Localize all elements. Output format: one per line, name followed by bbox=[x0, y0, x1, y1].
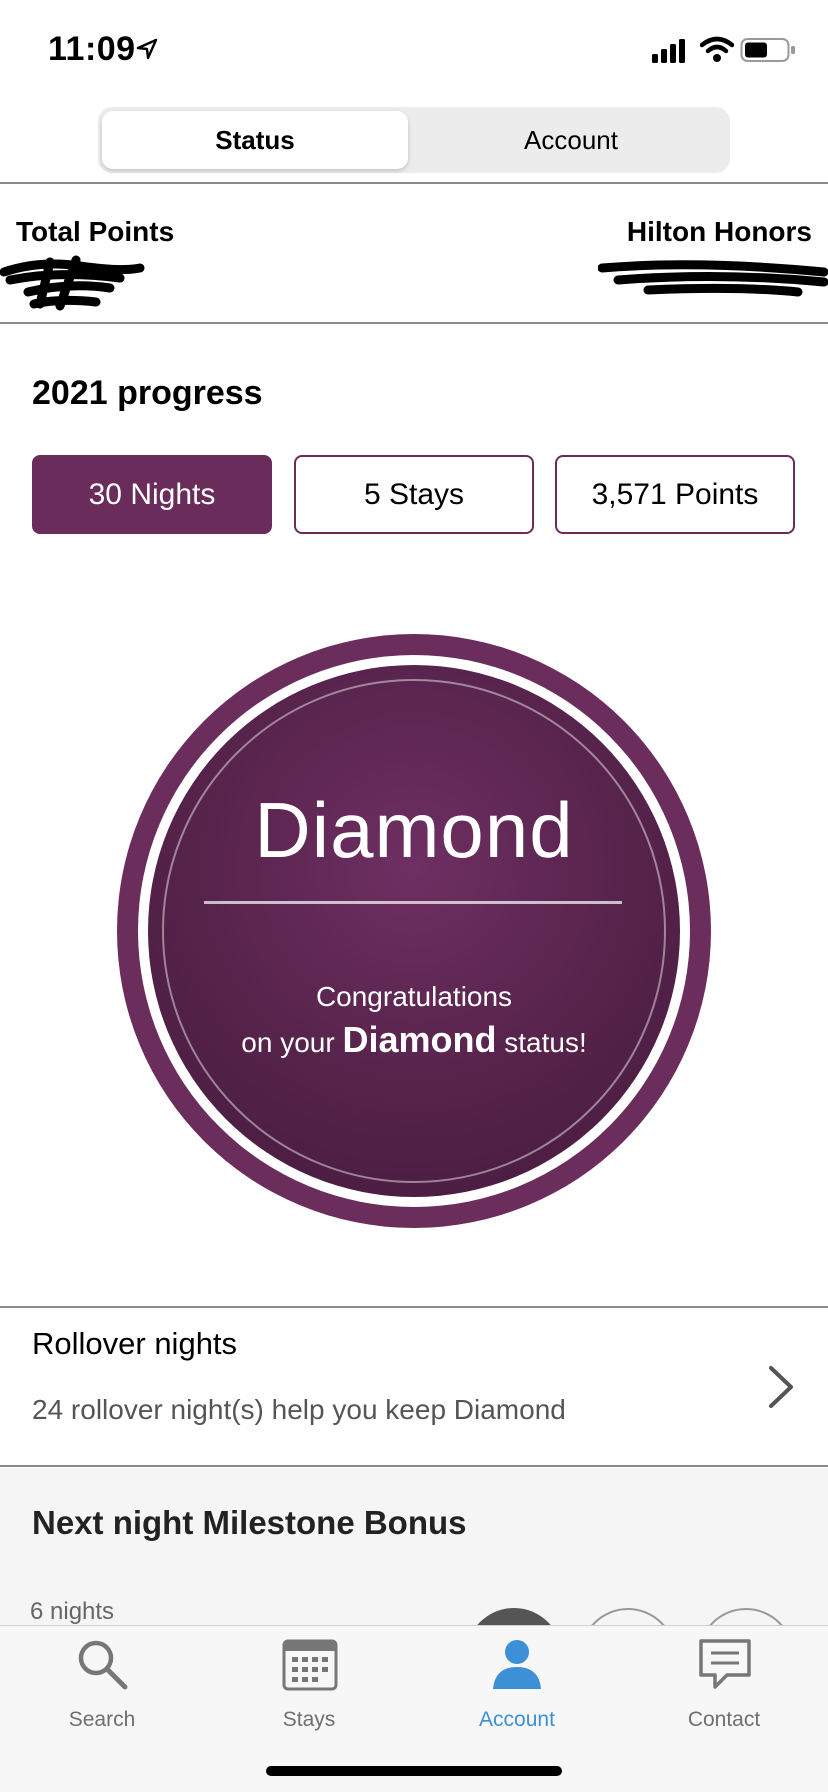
total-points-label: Total Points bbox=[16, 216, 175, 247]
medallion-divider bbox=[204, 901, 622, 904]
cellular-signal-icon bbox=[652, 39, 685, 63]
congrats-text: Congratulations bbox=[315, 981, 513, 1012]
divider bbox=[0, 1465, 828, 1467]
status-bar: 11:09 bbox=[0, 0, 828, 100]
tab-account-nav[interactable]: Account bbox=[427, 1626, 607, 1746]
diamond-status-medallion: Diamond Congratulations on your Diamond … bbox=[117, 634, 711, 1228]
battery-icon bbox=[740, 38, 795, 62]
progress-title: 2021 progress bbox=[32, 374, 263, 412]
rollover-subtitle: 24 rollover night(s) help you keep Diamo… bbox=[32, 1394, 566, 1425]
milestone-nights-label: 6 nights bbox=[30, 1598, 115, 1625]
tab-stays[interactable]: Stays bbox=[219, 1626, 399, 1746]
tab-contact[interactable]: Contact bbox=[634, 1626, 814, 1746]
stays-pill[interactable]: 5 Stays bbox=[294, 455, 534, 534]
search-icon bbox=[78, 1640, 128, 1690]
divider bbox=[0, 182, 828, 184]
points-pill[interactable]: 3,571 Points bbox=[555, 455, 795, 534]
congrats-status-text: on your Diamond status! bbox=[241, 1019, 587, 1060]
tier-title: Diamond bbox=[254, 786, 574, 874]
person-icon bbox=[493, 1640, 541, 1689]
redaction-scribble bbox=[598, 260, 828, 297]
redaction-scribble bbox=[0, 255, 145, 311]
hilton-honors-label: Hilton Honors bbox=[626, 216, 812, 247]
milestone-title: Next night Milestone Bonus bbox=[32, 1504, 467, 1541]
wifi-icon bbox=[700, 36, 734, 62]
status-account-segmented-control: Status Account bbox=[98, 107, 730, 173]
divider bbox=[0, 322, 828, 324]
rollover-title: Rollover nights bbox=[32, 1326, 238, 1361]
home-indicator bbox=[266, 1766, 562, 1776]
milestone-bonus-section: Next night Milestone Bonus 6 nights bbox=[0, 1468, 828, 1628]
tab-status[interactable]: Status bbox=[102, 111, 408, 169]
tab-search[interactable]: Search bbox=[12, 1626, 192, 1746]
tab-account[interactable]: Account bbox=[416, 111, 726, 169]
chat-icon bbox=[699, 1639, 751, 1689]
location-arrow-icon bbox=[136, 38, 158, 60]
calendar-icon bbox=[282, 1639, 338, 1691]
nights-pill[interactable]: 30 Nights bbox=[32, 455, 272, 534]
divider bbox=[0, 1306, 828, 1308]
chevron-right-icon[interactable] bbox=[766, 1364, 796, 1410]
status-time: 11:09 bbox=[48, 30, 136, 68]
